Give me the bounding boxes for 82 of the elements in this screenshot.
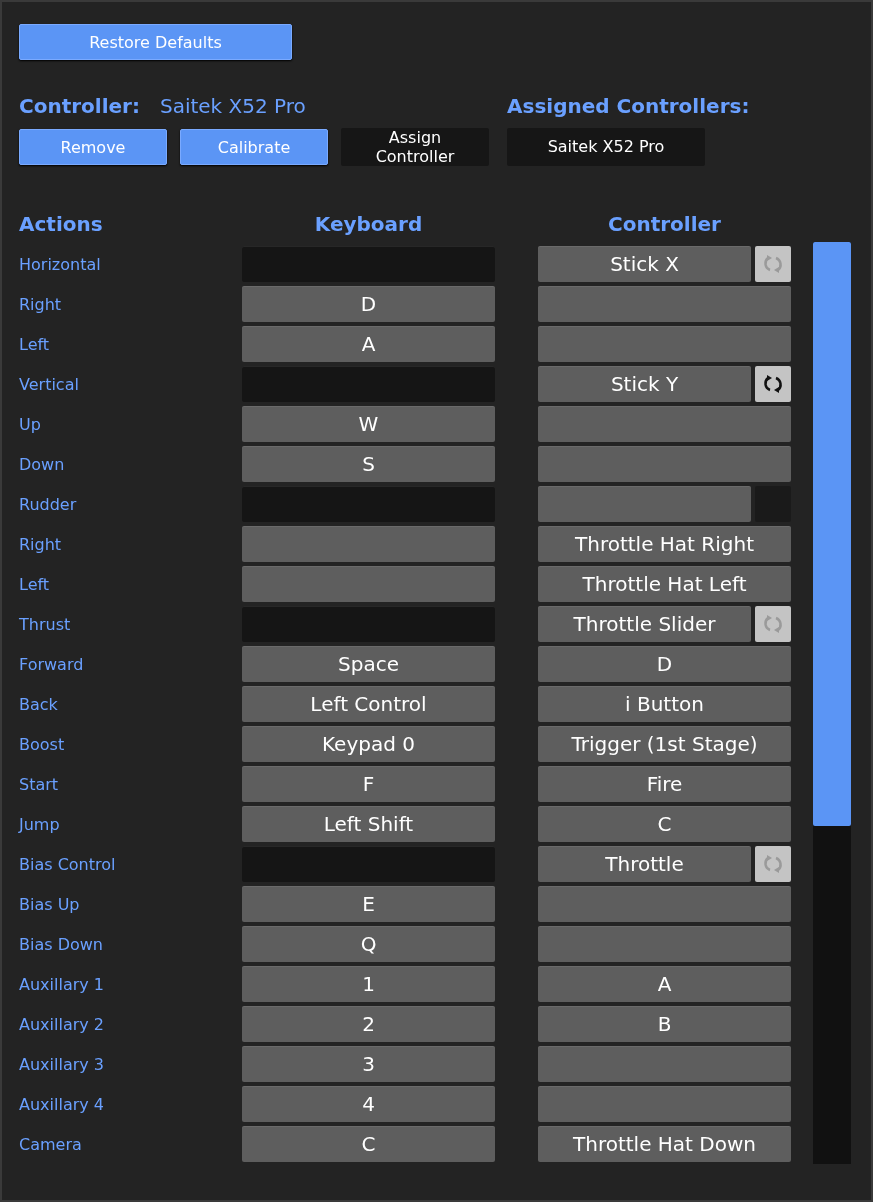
controller-binding-field[interactable] — [538, 926, 791, 962]
controller-binding-field[interactable] — [538, 1046, 791, 1082]
keyboard-binding-field[interactable] — [242, 526, 495, 562]
action-label: Rudder — [19, 494, 78, 514]
action-label: Forward — [19, 654, 85, 674]
action-label: Thrust — [19, 614, 72, 634]
controller-binding-field[interactable]: Throttle Hat Down — [538, 1126, 791, 1162]
controller-binding-field[interactable]: i Button — [538, 686, 791, 722]
assign-button[interactable]: Assign Controller — [341, 128, 489, 166]
controller-binding-field[interactable]: B — [538, 1006, 791, 1042]
controller-binding-field[interactable]: A — [538, 966, 791, 1002]
keyboard-binding-field[interactable]: Q — [242, 926, 495, 962]
refresh-icon — [762, 853, 784, 875]
refresh-icon — [762, 373, 784, 395]
keyboard-binding-field[interactable]: S — [242, 446, 495, 482]
column-header: Actions — [19, 212, 103, 236]
action-label: Boost — [19, 734, 66, 754]
action-label: Jump — [19, 814, 61, 834]
controller-binding-field[interactable]: Throttle Slider — [538, 606, 751, 642]
controller-binding-field[interactable] — [538, 1086, 791, 1122]
invert-toggle[interactable] — [755, 846, 791, 882]
action-label: Right — [19, 294, 63, 314]
keyboard-binding-field[interactable]: Left Control — [242, 686, 495, 722]
keyboard-binding-field[interactable]: 3 — [242, 1046, 495, 1082]
controller-binding-field[interactable] — [538, 286, 791, 322]
refresh-icon — [762, 613, 784, 635]
controller-binding-field[interactable] — [538, 326, 791, 362]
keyboard-binding-field[interactable]: D — [242, 286, 495, 322]
action-label: Bias Up — [19, 894, 81, 914]
action-label: Down — [19, 454, 66, 474]
action-label: Bias Control — [19, 854, 117, 874]
keyboard-binding-field[interactable]: F — [242, 766, 495, 802]
controller-binding-field[interactable]: C — [538, 806, 791, 842]
scrollbar-track[interactable] — [813, 242, 851, 1164]
refresh-icon — [762, 253, 784, 275]
controller-binding-field[interactable] — [538, 406, 791, 442]
action-label: Horizontal — [19, 254, 102, 274]
controller-binding-field[interactable]: Trigger (1st Stage) — [538, 726, 791, 762]
action-label: Auxillary 3 — [19, 1054, 105, 1074]
keyboard-binding-field[interactable]: 1 — [242, 966, 495, 1002]
action-label: Left — [19, 574, 51, 594]
action-label: Auxillary 4 — [19, 1094, 105, 1114]
invert-toggle[interactable] — [755, 606, 791, 642]
controller-binding-field[interactable]: Throttle Hat Right — [538, 526, 791, 562]
invert-toggle[interactable] — [755, 246, 791, 282]
controller-binding-field[interactable]: Stick Y — [538, 366, 751, 402]
controller-binding-field[interactable] — [538, 446, 791, 482]
action-label: Right — [19, 534, 63, 554]
action-label: Auxillary 2 — [19, 1014, 105, 1034]
keyboard-binding-field[interactable]: E — [242, 886, 495, 922]
action-label: Vertical — [19, 374, 80, 394]
keyboard-binding-field[interactable]: Space — [242, 646, 495, 682]
action-label: Back — [19, 694, 59, 714]
keyboard-binding-field[interactable]: W — [242, 406, 495, 442]
action-label: Camera — [19, 1134, 83, 1154]
keyboard-binding-field[interactable]: 2 — [242, 1006, 495, 1042]
action-label: Left — [19, 334, 51, 354]
controller-label: Controller: — [19, 94, 140, 118]
action-label: Bias Down — [19, 934, 104, 954]
keyboard-binding-field[interactable]: 4 — [242, 1086, 495, 1122]
keyboard-binding-field[interactable]: Left Shift — [242, 806, 495, 842]
scrollbar-thumb[interactable] — [813, 242, 851, 826]
controller-name: Saitek X52 Pro — [159, 94, 306, 118]
keyboard-binding-field[interactable]: A — [242, 326, 495, 362]
controller-binding-field[interactable]: D — [538, 646, 791, 682]
column-header: Keyboard — [314, 212, 423, 236]
invert-toggle[interactable] — [755, 366, 791, 402]
column-header: Controller — [608, 212, 721, 236]
action-label: Up — [19, 414, 42, 434]
controller-binding-field[interactable]: Stick X — [538, 246, 751, 282]
keyboard-binding-field[interactable]: C — [242, 1126, 495, 1162]
controller-binding-field[interactable]: Throttle — [538, 846, 751, 882]
controller-binding-field[interactable] — [538, 486, 751, 522]
controller-binding-field[interactable]: Fire — [538, 766, 791, 802]
assigned-controller-item[interactable]: Saitek X52 Pro — [507, 128, 705, 166]
keyboard-binding-field[interactable] — [242, 566, 495, 602]
action-label: Auxillary 1 — [19, 974, 105, 994]
controller-binding-field[interactable] — [538, 886, 791, 922]
keyboard-binding-field[interactable]: Keypad 0 — [242, 726, 495, 762]
controller-binding-field[interactable]: Throttle Hat Left — [538, 566, 791, 602]
action-label: Start — [19, 774, 60, 794]
assigned-controllers-label: Assigned Controllers: — [507, 94, 750, 118]
